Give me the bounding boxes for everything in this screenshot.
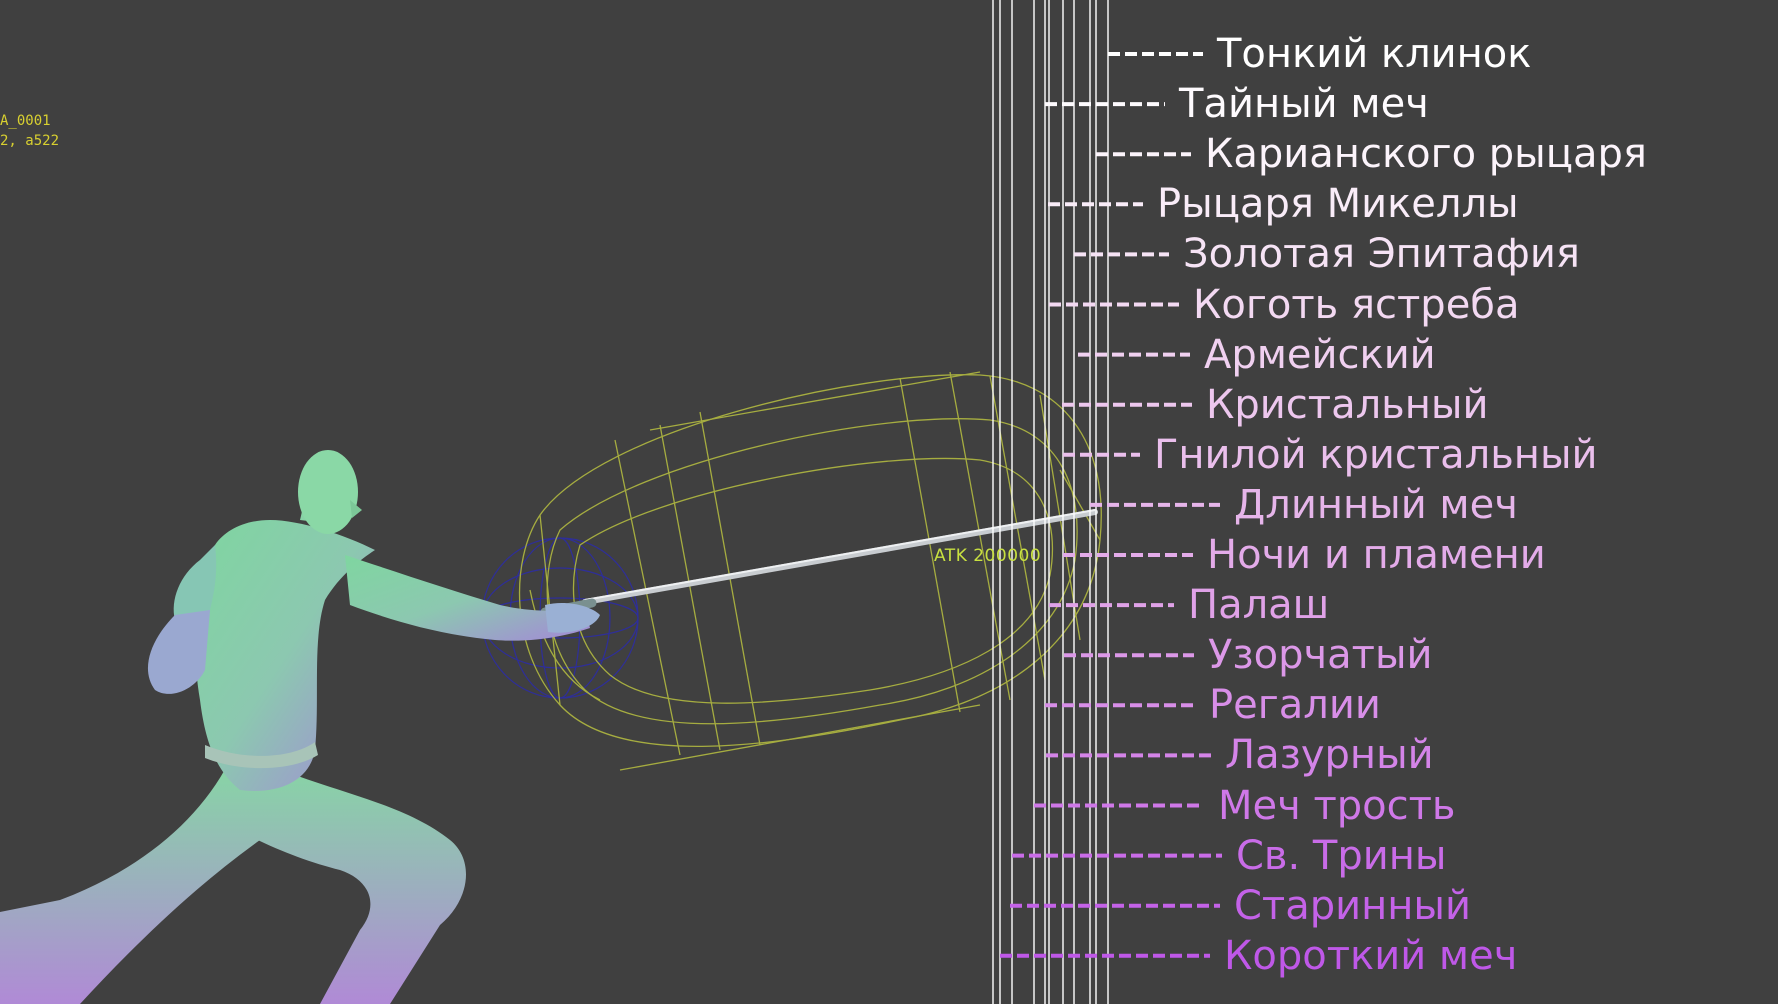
weapon-label: Ночи и пламени bbox=[1207, 532, 1546, 578]
weapon-label: Старинный bbox=[1234, 882, 1472, 929]
weapon-label: Узорчатый bbox=[1208, 632, 1433, 679]
weapon-label: Палаш bbox=[1188, 582, 1330, 629]
weapon-label: Карианского рыцаря bbox=[1205, 131, 1647, 178]
weapon-label: Меч трость bbox=[1218, 782, 1456, 829]
weapon-label: Регалии bbox=[1209, 682, 1381, 729]
debug-overlay-text: A_0001 2, a522 bbox=[0, 111, 59, 151]
weapon-label: Гнилой кристальный bbox=[1154, 431, 1598, 478]
weapon-label: Армейский bbox=[1204, 331, 1436, 378]
weapon-label: Тонкий клинок bbox=[1217, 31, 1532, 77]
weapon-label: Короткий меч bbox=[1224, 932, 1518, 979]
weapon-label: Кристальный bbox=[1206, 381, 1489, 428]
game-viewport: A_0001 2, a522 ATK 200000 Тонкий клинок Т… bbox=[0, 0, 1778, 1004]
weapon-label: Св. Трины bbox=[1236, 832, 1447, 879]
attack-value-label: ATK 200000 bbox=[934, 546, 1042, 566]
debug-line-1: A_0001 bbox=[0, 113, 51, 129]
debug-line-2: 2, a522 bbox=[0, 133, 60, 149]
weapon-label: Коготь ястреба bbox=[1193, 281, 1520, 328]
weapon-label: Золотая Эпитафия bbox=[1183, 231, 1580, 278]
weapon-label: Лазурный bbox=[1225, 732, 1434, 779]
weapon-label: Тайный меч bbox=[1179, 81, 1429, 128]
weapon-label: Длинный меч bbox=[1234, 481, 1518, 528]
weapon-label: Рыцаря Микеллы bbox=[1157, 181, 1519, 228]
